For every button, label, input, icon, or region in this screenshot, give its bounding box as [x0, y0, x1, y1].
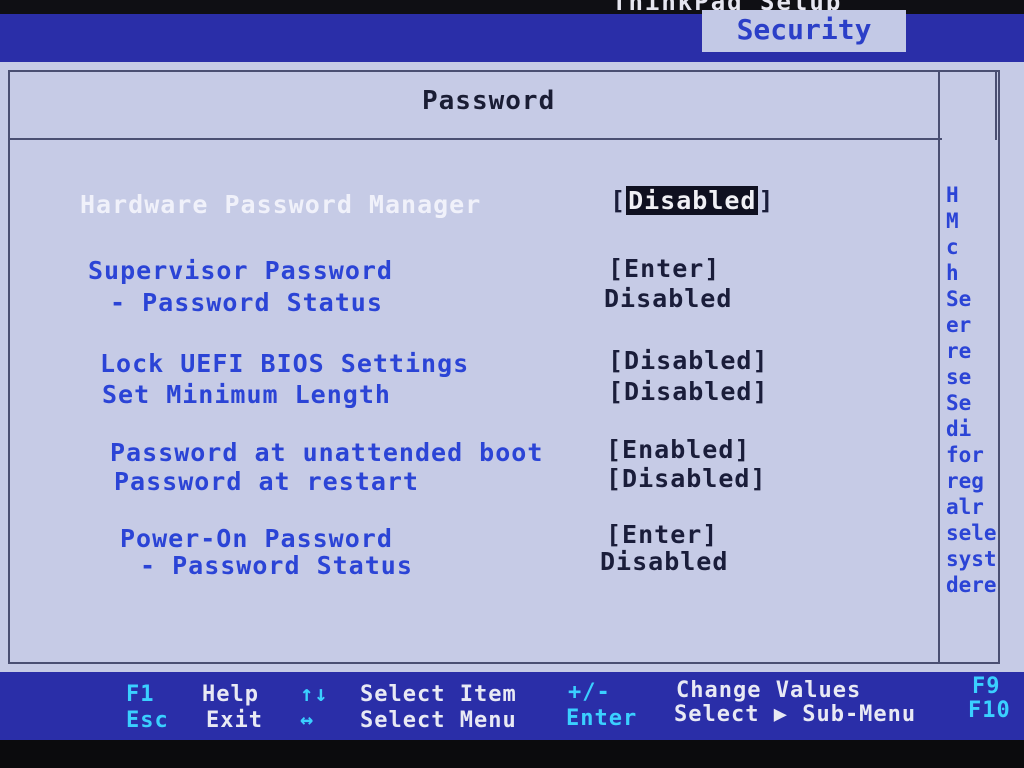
select-menu-label: Select Menu [360, 708, 517, 733]
enter-key: Enter [566, 706, 638, 731]
help-text-line: syst [946, 547, 997, 571]
select-item-label: Select Item [360, 682, 517, 707]
lock-uefi-bios-settings-value[interactable]: [Disabled] [608, 346, 769, 375]
help-text-line: alr [946, 495, 984, 519]
help-text-line: Se [946, 287, 972, 311]
set-minimum-length-label[interactable]: Set Minimum Length [102, 380, 391, 409]
f9-key: F9 [972, 674, 1001, 699]
help-panel: H Mc h Se er re se Se di for reg alr sele syst dere [946, 182, 1024, 662]
hardware-password-manager-label[interactable]: Hardware Password Manager [80, 190, 481, 219]
power-on-password-status-label: - Password Status [140, 551, 413, 580]
esc-key: Esc [126, 708, 169, 733]
hardware-password-manager-value[interactable]: [Disabled] [610, 186, 775, 215]
password-at-restart-label[interactable]: Password at restart [114, 467, 419, 496]
lock-uefi-bios-settings-label[interactable]: Lock UEFI BIOS Settings [100, 349, 469, 378]
password-at-unattended-boot-label[interactable]: Password at unattended boot [110, 438, 543, 467]
f1-key: F1 [126, 682, 155, 707]
power-on-password-value[interactable]: [Enter] [606, 520, 718, 549]
help-text-line: c [946, 235, 959, 259]
help-text-line: for [946, 443, 984, 467]
help-text-line: M [946, 209, 959, 233]
supervisor-password-value[interactable]: [Enter] [608, 254, 720, 283]
help-text-line: re [946, 339, 972, 363]
supervisor-password-label[interactable]: Supervisor Password [88, 256, 393, 285]
power-on-password-status-value: Disabled [600, 547, 729, 576]
selected-value: Disabled [626, 186, 759, 215]
help-text-line: h [946, 261, 959, 285]
help-text-line: er [946, 313, 972, 337]
help-text-line: dere [946, 573, 997, 597]
plus-minus-key: +/- [568, 680, 611, 705]
left-right-arrows-icon: ↔ [300, 708, 315, 733]
supervisor-password-status-label: - Password Status [110, 288, 383, 317]
help-text-line: Se [946, 391, 972, 415]
help-text-line: sele [946, 521, 997, 545]
help-text-line: reg [946, 469, 984, 493]
password-at-unattended-boot-value[interactable]: [Enabled] [606, 435, 750, 464]
help-label: Help [202, 682, 259, 707]
top-bar: ThinkPad Setup Security [0, 0, 1024, 62]
up-down-arrows-icon: ↑↓ [300, 682, 329, 707]
help-text-line: H [946, 183, 959, 207]
tab-security[interactable]: Security [702, 10, 906, 52]
password-at-restart-value[interactable]: [Disabled] [606, 464, 767, 493]
help-text-line: di [946, 417, 972, 441]
help-divider [938, 70, 940, 664]
section-title: Password [422, 86, 556, 116]
header-divider [8, 138, 942, 140]
set-minimum-length-value[interactable]: [Disabled] [608, 377, 769, 406]
exit-label: Exit [206, 708, 263, 733]
screen-bezel [0, 740, 1024, 768]
power-on-password-label[interactable]: Power-On Password [120, 524, 393, 553]
settings-panel: Password Hardware Password Manager [Disa… [0, 62, 1024, 672]
right-divider [995, 70, 997, 140]
supervisor-password-status-value: Disabled [604, 284, 733, 313]
help-text-line: se [946, 365, 972, 389]
select-submenu-label: Select ▶ Sub-Menu [674, 702, 917, 727]
f10-key: F10 [968, 698, 1011, 723]
change-values-label: Change Values [676, 678, 862, 703]
